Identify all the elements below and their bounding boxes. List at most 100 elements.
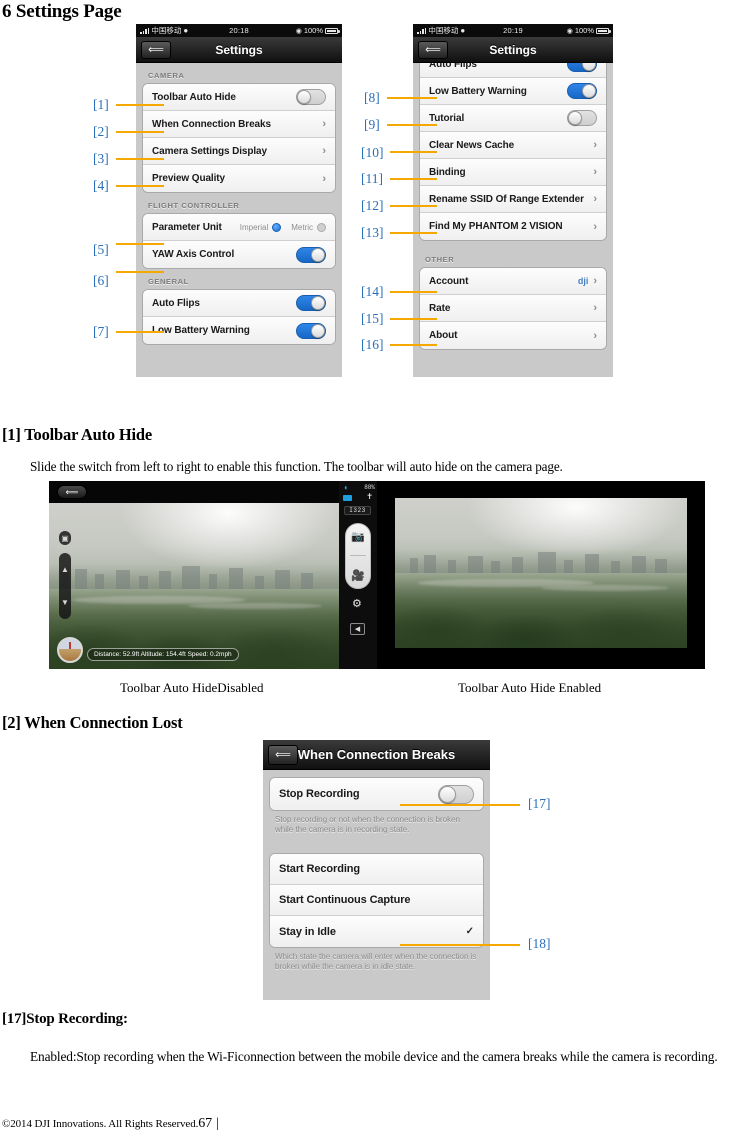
skyline-band [49,562,339,590]
row-low-battery-warning[interactable]: Low Battery Warning [143,317,335,344]
callout-5: [5] [93,242,109,257]
callout-10: [10] [361,145,384,160]
camera-view-enabled [377,481,705,669]
page-footer: ©2014 DJI Innovations. All Rights Reserv… [2,1116,219,1132]
row-binding[interactable]: Binding › [420,159,606,186]
toolbar-auto-hide-switch[interactable] [296,89,326,105]
capture-controls: 📷 🎥 [345,523,371,589]
leader-line-11 [390,178,437,180]
back-arrow-icon[interactable]: ⟸ [268,744,298,765]
row-auto-flips[interactable]: Auto Flips [143,290,335,317]
row-about[interactable]: About › [420,322,606,349]
chevron-right-icon: › [593,193,597,205]
back-arrow-icon[interactable]: ⟸ [57,485,87,499]
low-battery-warning-switch[interactable] [567,83,597,99]
caption-disabled: Toolbar Auto HideDisabled [120,680,264,695]
settings-screenshot-left: 中国移动 ● 20:18 ◉ 100% ⟸ Settings CAMERA To… [136,24,342,377]
row-label: About [429,330,458,341]
camera-topbar: ⟸ [49,481,339,503]
row-label: Rate [429,302,451,314]
settings-scroll-right[interactable]: Auto Flips Low Battery Warning Tutorial … [413,63,613,377]
group-header-general: GENERAL [148,277,189,286]
row-label: Low Battery Warning [429,85,527,97]
row-label: Low Battery Warning [152,325,250,336]
back-arrow-icon[interactable]: ⟸ [418,40,448,59]
row-clear-news-cache[interactable]: Clear News Cache › [420,132,606,159]
row-rate[interactable]: Rate › [420,295,606,322]
row-label: Find My PHANTOM 2 VISION [429,221,563,232]
yaw-axis-control-switch[interactable] [296,246,326,263]
arrow-down-icon[interactable]: ▼ [61,598,69,607]
row-preview-quality[interactable]: Preview Quality › [143,165,335,192]
row-stay-in-idle[interactable]: Stay in Idle ✓ [270,916,483,947]
status-bar-right: 中国移动 ● 20:19 ◉ 100% [413,24,613,37]
sd-card-icon [343,495,352,501]
radio-imperial[interactable] [272,222,282,232]
row-yaw-axis-control[interactable]: YAW Axis Control [143,241,335,268]
settings-scroll-left[interactable]: CAMERA Toolbar Auto Hide When Connection… [136,63,342,377]
arrow-up-icon[interactable]: ▲ [61,565,69,574]
row-parameter-unit[interactable]: Parameter Unit Imperial Metric [143,214,335,241]
chevron-right-icon: › [322,145,326,157]
radio-metric[interactable] [317,222,326,232]
leader-line-5 [116,243,164,245]
group-idle-state-options: Start Recording Start Continuous Capture… [269,853,484,948]
caption-enabled: Toolbar Auto Hide Enabled [458,680,602,695]
row-label: Parameter Unit [152,221,222,233]
row-toolbar-auto-hide[interactable]: Toolbar Auto Hide [143,84,335,111]
gimbal-icon[interactable]: ▣ [59,531,71,545]
group-general-continued: Auto Flips Low Battery Warning Tutorial … [419,63,607,241]
leader-line-2 [116,131,164,133]
section1-heading: [1] Toolbar Auto Hide [2,425,152,444]
callout-16: [16] [361,337,384,352]
row-tutorial[interactable]: Tutorial [420,105,606,132]
chevron-right-icon: › [593,275,597,287]
tutorial-switch[interactable] [567,110,597,126]
row-start-recording[interactable]: Start Recording [270,854,483,885]
camera-right-toolbar: ◐ 88% ✝ I323 📷 🎥 ⚙ ◀ [339,481,377,669]
battery-percent: 100% [574,26,594,35]
leader-line-6 [116,271,164,273]
battery-icon [325,27,340,34]
leader-line-10 [390,151,437,153]
section1-paragraph: Slide the switch from left to right to e… [30,459,563,474]
back-arrow-icon[interactable]: ⟸ [141,40,171,59]
row-when-connection-breaks[interactable]: When Connection Breaks › [143,111,335,138]
row-camera-settings-display[interactable]: Camera Settings Display › [143,138,335,165]
row-rename-ssid[interactable]: Rename SSID Of Range Extender › [420,186,606,213]
leader-line-15 [390,318,437,320]
auto-flips-switch[interactable] [567,63,597,72]
gear-icon[interactable]: ⚙ [352,599,362,610]
navbar-left: ⟸ Settings [136,37,342,63]
stop-recording-switch[interactable] [438,784,474,804]
chevron-right-icon: › [593,220,597,233]
low-battery-warning-switch[interactable] [296,322,326,339]
footer-bar: | [216,1116,219,1131]
row-label: Start Recording [279,863,361,875]
status-right-group: ◉ 100% [566,26,611,35]
gimbal-pitch-slider[interactable]: ▲ ▼ [59,553,71,619]
row-account[interactable]: Account dji › [420,268,606,295]
attitude-indicator-icon [57,637,83,663]
video-camera-icon[interactable]: 🎥 [351,569,365,582]
camera-icon[interactable]: 📷 [351,530,365,543]
callout-18: [18] [528,936,551,951]
callout-8: [8] [364,90,380,105]
auto-flips-switch[interactable] [296,295,326,311]
row-low-battery-warning[interactable]: Low Battery Warning [420,78,606,105]
navbar-connection: ⟸ When Connection Breaks [263,740,490,770]
group-header-camera: CAMERA [148,71,185,80]
row-auto-flips[interactable]: Auto Flips [420,63,606,78]
row-label: Preview Quality [152,173,225,184]
row-label: Auto Flips [152,297,200,309]
row-start-continuous-capture[interactable]: Start Continuous Capture [270,885,483,916]
battery-icon [596,27,611,34]
row-label: Clear News Cache [429,139,515,151]
skyline-band [395,549,687,573]
collapse-panel-icon[interactable]: ◀ [350,623,365,635]
group-header-flight-controller: FLIGHT CONTROLLER [148,201,240,210]
alarm-icon: ◉ [566,27,573,35]
camera-view-disabled: ⟸ ▣ ▲ ▼ Distance: 52.9ft Altitude: 154.4… [49,481,377,669]
leader-line-4 [116,185,164,187]
row-find-my-phantom[interactable]: Find My PHANTOM 2 VISION › [420,213,606,240]
